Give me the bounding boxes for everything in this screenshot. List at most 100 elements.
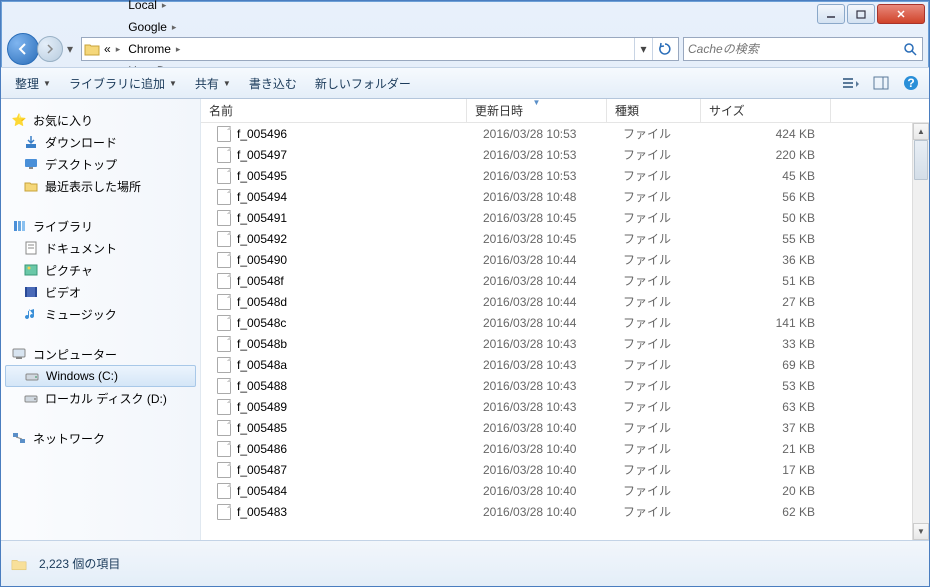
file-size: 62 KB: [709, 505, 839, 519]
scroll-up-button[interactable]: ▲: [913, 123, 929, 140]
file-icon: [217, 231, 231, 247]
file-date: 2016/03/28 10:44: [475, 274, 615, 288]
folder-icon: [11, 556, 27, 572]
add-to-library-button[interactable]: ライブラリに追加▼: [61, 71, 185, 96]
maximize-button[interactable]: [847, 4, 875, 24]
nav-drive-d[interactable]: ローカル ディスク (D:): [1, 387, 200, 409]
nav-desktop[interactable]: デスクトップ: [1, 153, 200, 175]
file-date: 2016/03/28 10:40: [475, 505, 615, 519]
file-type: ファイル: [615, 230, 709, 247]
nav-recent[interactable]: 最近表示した場所: [1, 175, 200, 197]
file-row[interactable]: f_0054912016/03/28 10:45ファイル50 KB: [201, 207, 929, 228]
file-row[interactable]: f_0054902016/03/28 10:44ファイル36 KB: [201, 249, 929, 270]
organize-button[interactable]: 整理▼: [7, 71, 59, 96]
file-name: f_00548b: [237, 337, 287, 351]
column-type[interactable]: 種類: [607, 99, 701, 122]
file-row[interactable]: f_0054882016/03/28 10:43ファイル53 KB: [201, 375, 929, 396]
file-row[interactable]: f_00548c2016/03/28 10:44ファイル141 KB: [201, 312, 929, 333]
file-date: 2016/03/28 10:40: [475, 442, 615, 456]
file-row[interactable]: f_0054972016/03/28 10:53ファイル220 KB: [201, 144, 929, 165]
file-row[interactable]: f_0054922016/03/28 10:45ファイル55 KB: [201, 228, 929, 249]
network-icon: [11, 430, 27, 446]
breadcrumb-segment[interactable]: Local▸: [124, 0, 196, 16]
file-size: 17 KB: [709, 463, 839, 477]
help-button[interactable]: ?: [899, 71, 923, 95]
file-type: ファイル: [615, 356, 709, 373]
file-name: f_005496: [237, 127, 287, 141]
file-row[interactable]: f_0054942016/03/28 10:48ファイル56 KB: [201, 186, 929, 207]
nav-videos[interactable]: ビデオ: [1, 281, 200, 303]
file-icon: [217, 210, 231, 226]
scroll-thumb[interactable]: [914, 140, 928, 180]
scroll-down-button[interactable]: ▼: [913, 523, 929, 540]
file-date: 2016/03/28 10:44: [475, 295, 615, 309]
column-size[interactable]: サイズ: [701, 99, 831, 122]
preview-pane-button[interactable]: [869, 71, 893, 95]
scrollbar[interactable]: ▲ ▼: [912, 123, 929, 540]
column-name[interactable]: 名前: [201, 99, 467, 122]
close-button[interactable]: [877, 4, 925, 24]
breadcrumb-overflow[interactable]: «▸: [100, 38, 124, 60]
breadcrumb-segment[interactable]: Google▸: [124, 16, 196, 38]
nav-favorites[interactable]: ⭐お気に入り: [1, 109, 200, 131]
file-type: ファイル: [615, 251, 709, 268]
file-type: ファイル: [615, 377, 709, 394]
file-row[interactable]: f_0054892016/03/28 10:43ファイル63 KB: [201, 396, 929, 417]
file-row[interactable]: f_0054872016/03/28 10:40ファイル17 KB: [201, 459, 929, 480]
minimize-button[interactable]: [817, 4, 845, 24]
file-size: 51 KB: [709, 274, 839, 288]
nav-music[interactable]: ミュージック: [1, 303, 200, 325]
nav-drive-c[interactable]: Windows (C:): [5, 365, 196, 387]
file-row[interactable]: f_0054962016/03/28 10:53ファイル424 KB: [201, 123, 929, 144]
star-icon: ⭐: [11, 112, 27, 128]
file-row[interactable]: f_0054842016/03/28 10:40ファイル20 KB: [201, 480, 929, 501]
file-row[interactable]: f_00548d2016/03/28 10:44ファイル27 KB: [201, 291, 929, 312]
new-folder-button[interactable]: 新しいフォルダー: [307, 71, 419, 96]
nav-libraries[interactable]: ライブラリ: [1, 215, 200, 237]
search-box[interactable]: [683, 37, 923, 61]
file-row[interactable]: f_00548b2016/03/28 10:43ファイル33 KB: [201, 333, 929, 354]
file-row[interactable]: f_00548f2016/03/28 10:44ファイル51 KB: [201, 270, 929, 291]
refresh-button[interactable]: [652, 38, 676, 60]
view-options-button[interactable]: [839, 71, 863, 95]
file-row[interactable]: f_00548a2016/03/28 10:43ファイル69 KB: [201, 354, 929, 375]
libraries-icon: [11, 218, 27, 234]
pictures-icon: [23, 262, 39, 278]
search-icon[interactable]: [902, 41, 918, 57]
file-row[interactable]: f_0054832016/03/28 10:40ファイル62 KB: [201, 501, 929, 522]
file-size: 27 KB: [709, 295, 839, 309]
file-name: f_005483: [237, 505, 287, 519]
nav-buttons: ▾: [7, 33, 77, 65]
nav-computer[interactable]: コンピューター: [1, 343, 200, 365]
nav-documents[interactable]: ドキュメント: [1, 237, 200, 259]
nav-downloads[interactable]: ダウンロード: [1, 131, 200, 153]
column-date[interactable]: ▼更新日時: [467, 99, 607, 122]
file-row[interactable]: f_0054862016/03/28 10:40ファイル21 KB: [201, 438, 929, 459]
document-icon: [23, 240, 39, 256]
back-button[interactable]: [7, 33, 39, 65]
history-dropdown[interactable]: ▾: [63, 39, 77, 59]
file-size: 141 KB: [709, 316, 839, 330]
breadcrumb-segment[interactable]: Chrome▸: [124, 38, 196, 60]
file-type: ファイル: [615, 125, 709, 142]
search-input[interactable]: [688, 42, 898, 56]
nav-network[interactable]: ネットワーク: [1, 427, 200, 449]
file-date: 2016/03/28 10:45: [475, 211, 615, 225]
path-dropdown[interactable]: ▾: [634, 38, 652, 60]
file-name: f_005489: [237, 400, 287, 414]
nav-pictures[interactable]: ピクチャ: [1, 259, 200, 281]
drive-icon: [24, 368, 40, 384]
file-row[interactable]: f_0054852016/03/28 10:40ファイル37 KB: [201, 417, 929, 438]
file-icon: [217, 441, 231, 457]
forward-button[interactable]: [37, 36, 63, 62]
file-type: ファイル: [615, 209, 709, 226]
file-name: f_005491: [237, 211, 287, 225]
file-row[interactable]: f_0054952016/03/28 10:53ファイル45 KB: [201, 165, 929, 186]
status-count: 2,223 個の項目: [39, 555, 120, 572]
share-button[interactable]: 共有▼: [187, 71, 239, 96]
file-list-pane: 名前 ▼更新日時 種類 サイズ f_0054962016/03/28 10:53…: [201, 99, 929, 540]
file-size: 21 KB: [709, 442, 839, 456]
file-name: f_005497: [237, 148, 287, 162]
burn-button[interactable]: 書き込む: [241, 71, 305, 96]
breadcrumb[interactable]: «▸ AppData▸Local▸Google▸Chrome▸User Data…: [81, 37, 679, 61]
